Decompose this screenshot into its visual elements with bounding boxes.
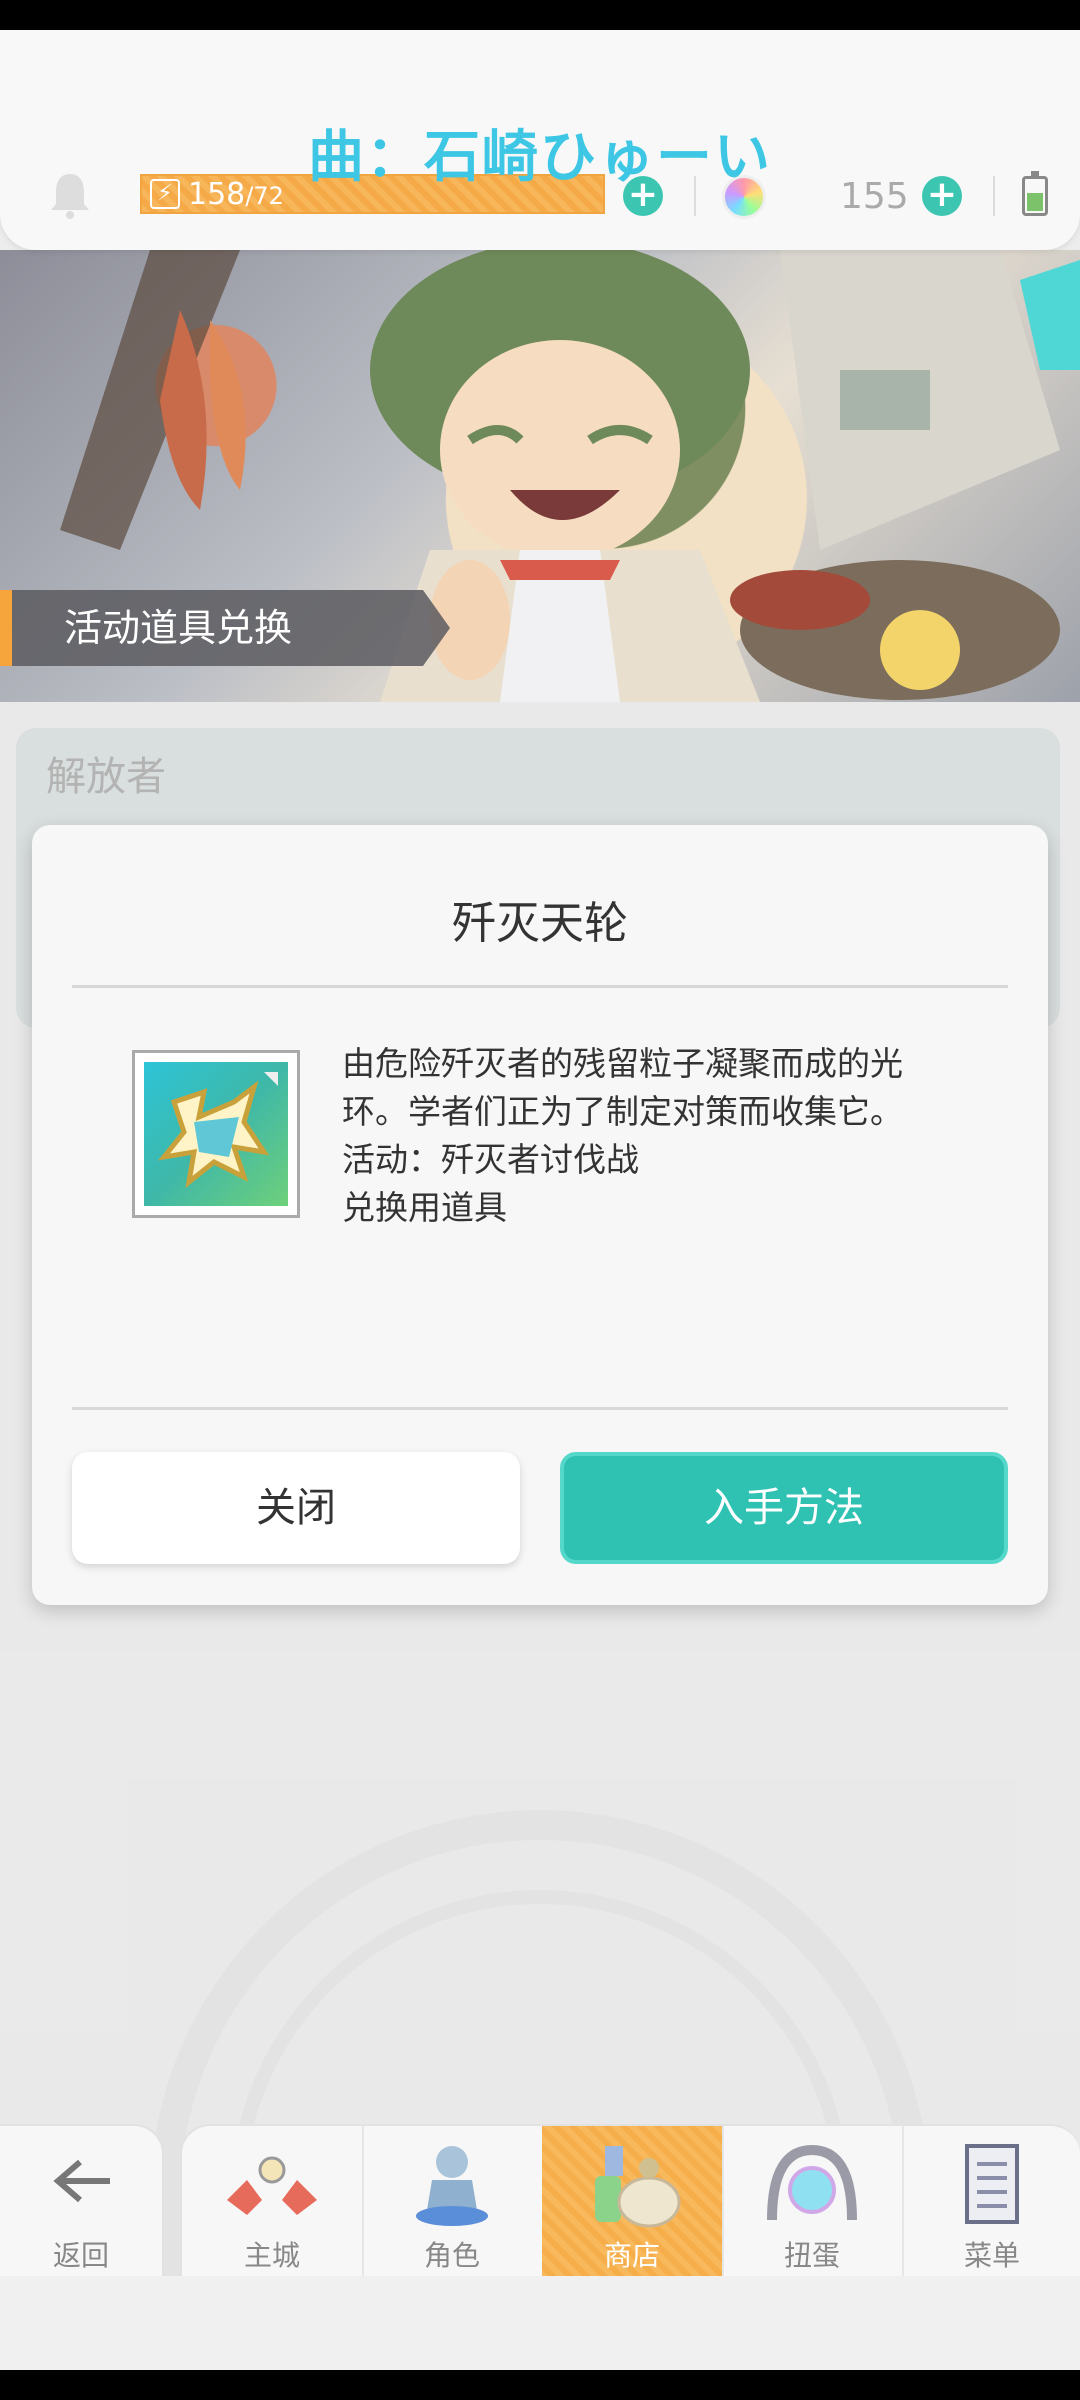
- character-icon: [416, 2146, 488, 2226]
- game-screen: ⚡ 158/72 + 155 + 曲：石崎ひゅーい 活动道具兑换 解放者 歼灭天…: [0, 30, 1080, 2370]
- bottom-strip: [0, 2276, 1080, 2370]
- nav-item-shop[interactable]: 商店: [542, 2126, 722, 2278]
- nav-item-town[interactable]: 主城: [182, 2126, 362, 2278]
- halo-item-icon: [144, 1062, 288, 1206]
- shop-icon: [595, 2146, 681, 2228]
- back-arrow-icon: [53, 2159, 110, 2203]
- nav-label: 主城: [243, 2239, 300, 2272]
- town-icon: [227, 2156, 317, 2215]
- item-icon-frame: [132, 1050, 300, 1218]
- nav-item-character[interactable]: 角色: [362, 2126, 542, 2278]
- nav-label: 角色: [423, 2239, 480, 2272]
- bottom-navigation: 返回 主城 角色 商店 扭蛋 菜单: [0, 2124, 1080, 2278]
- nav-item-gacha[interactable]: 扭蛋: [722, 2126, 902, 2278]
- description-line: 环。学者们正为了制定对策而收集它。: [342, 1092, 903, 1131]
- item-description: 由危险歼灭者的残留粒子凝聚而成的光 环。学者们正为了制定对策而收集它。 活动：歼…: [342, 1040, 952, 1232]
- nav-label: 商店: [603, 2239, 660, 2272]
- item-detail-dialog: 歼灭天轮 由危险歼灭者的残留粒子凝聚而成的光 环。学者们正为了制定对策而收集它。…: [32, 825, 1048, 1605]
- obtain-method-button[interactable]: 入手方法: [560, 1452, 1008, 1564]
- nav-tab-bar: 主城 角色 商店 扭蛋 菜单: [180, 2124, 1080, 2278]
- dialog-title: 歼灭天轮: [452, 898, 628, 949]
- menu-icon: [965, 2144, 1019, 2224]
- close-button[interactable]: 关闭: [72, 1452, 520, 1564]
- divider: [72, 1407, 1008, 1410]
- back-button[interactable]: 返回: [0, 2124, 164, 2276]
- back-label: 返回: [52, 2239, 109, 2272]
- nav-label: 扭蛋: [783, 2239, 840, 2272]
- banner-tag-label[interactable]: 活动道具兑换: [0, 590, 450, 666]
- description-line: 由危险歼灭者的残留粒子凝聚而成的光: [342, 1044, 903, 1083]
- nav-label: 菜单: [963, 2239, 1020, 2272]
- music-credit-caption: 曲：石崎ひゅーい: [308, 125, 772, 190]
- divider: [72, 985, 1008, 988]
- description-line: 兑换用道具: [342, 1188, 507, 1227]
- nav-item-menu[interactable]: 菜单: [902, 2126, 1080, 2278]
- gacha-icon: [767, 2144, 857, 2221]
- description-line: 活动：歼灭者讨伐战: [342, 1140, 639, 1179]
